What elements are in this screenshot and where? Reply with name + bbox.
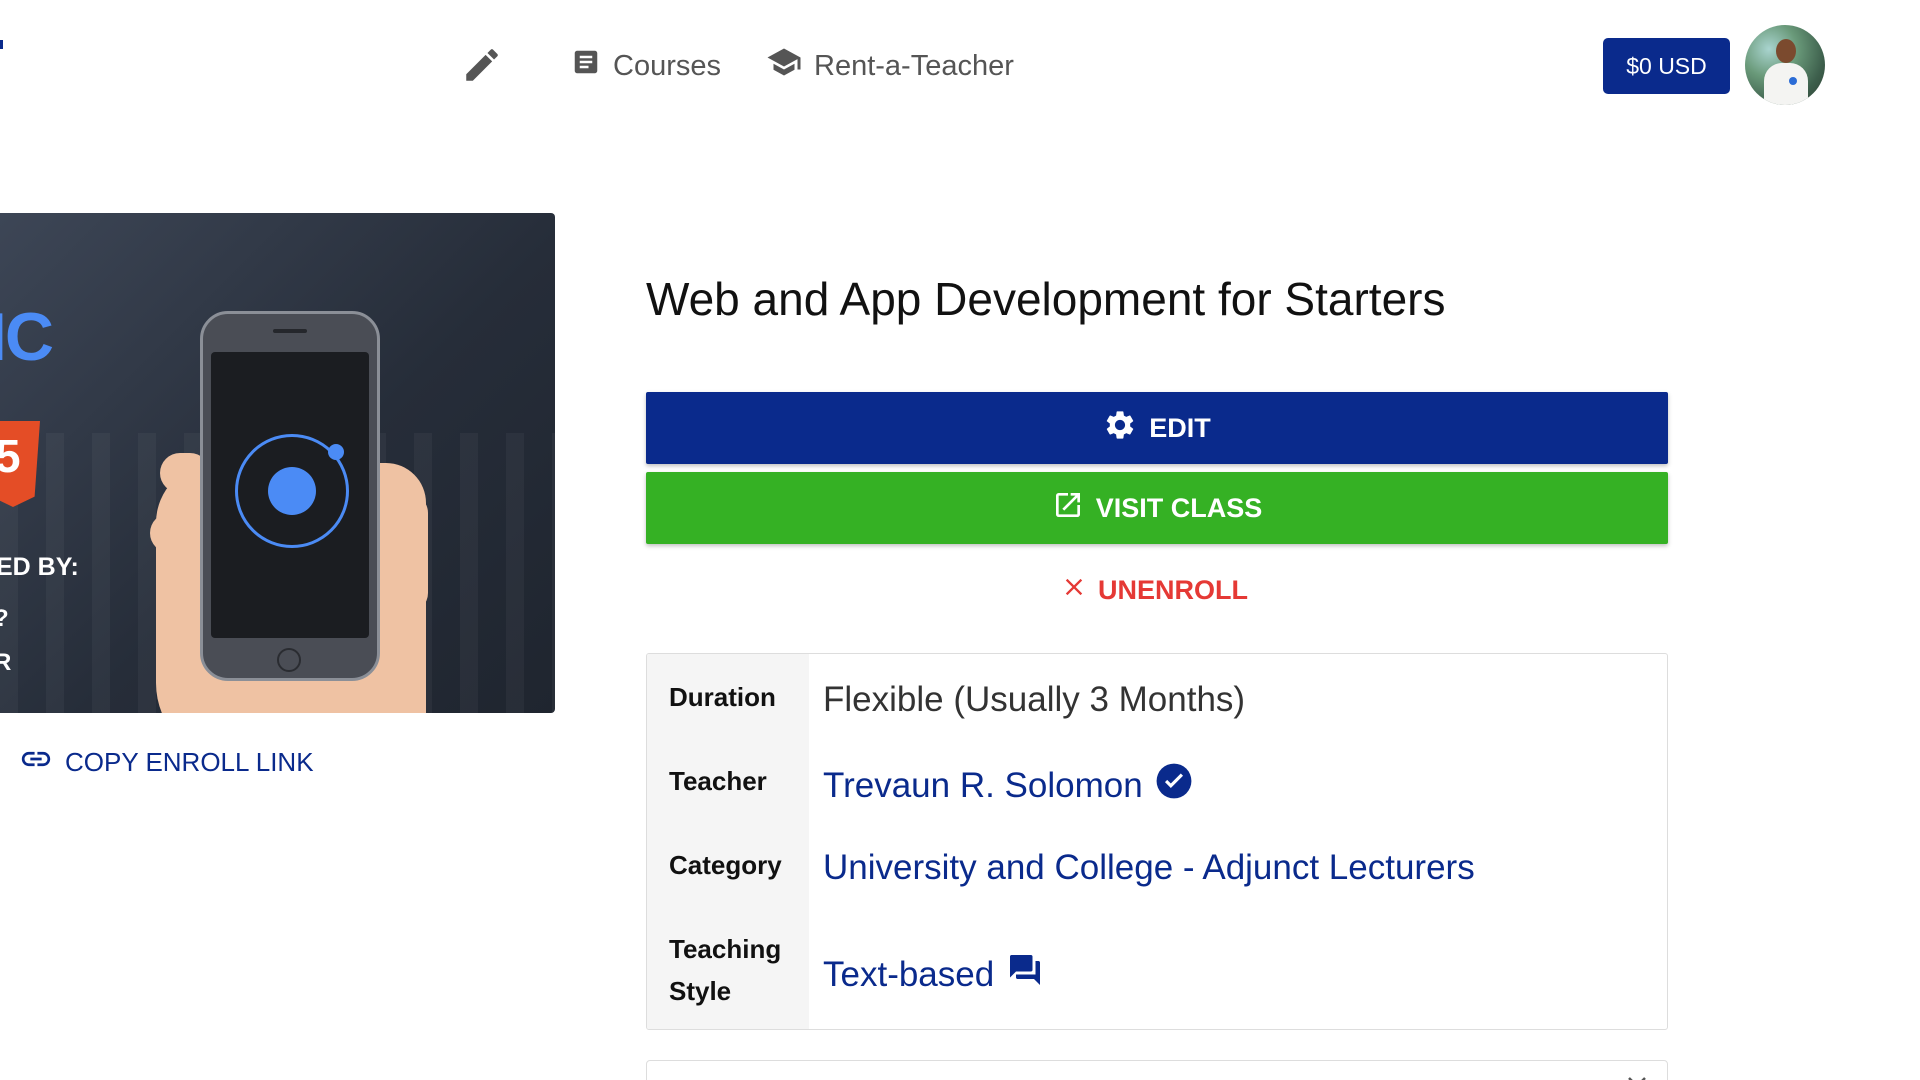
pencil-icon xyxy=(461,44,503,91)
teaching-style-label-line1: Teaching xyxy=(669,934,782,964)
teaching-style-row: Text-based xyxy=(823,952,1044,997)
course-page: Courses Rent-a-Teacher $0 USD IC 5 ED BY… xyxy=(0,0,1920,1080)
edit-button[interactable]: EDIT xyxy=(646,392,1668,464)
chevron-down-icon[interactable] xyxy=(1627,1075,1647,1080)
nav-edit-button[interactable] xyxy=(459,44,505,90)
link-icon xyxy=(19,742,53,783)
duration-value: Flexible (Usually 3 Months) xyxy=(823,680,1246,719)
visit-class-label: VISIT CLASS xyxy=(1095,492,1263,523)
graduation-cap-icon xyxy=(766,47,802,85)
check-circle-icon xyxy=(1155,762,1193,809)
copy-enroll-link-button[interactable]: COPY ENROLL LINK xyxy=(19,744,314,780)
banner-text-fragment: R xyxy=(0,649,12,676)
external-link-icon xyxy=(1052,489,1084,528)
nav-courses-link[interactable]: Courses xyxy=(571,46,721,86)
teacher-label: Teacher xyxy=(669,766,767,796)
banner-text-fragment: ? xyxy=(0,605,9,633)
visit-class-button[interactable]: VISIT CLASS xyxy=(646,472,1668,544)
chat-bubbles-icon xyxy=(1006,952,1044,997)
expandable-panel[interactable] xyxy=(646,1060,1668,1080)
close-icon xyxy=(1060,573,1088,608)
nav-rent-label: Rent-a-Teacher xyxy=(814,49,1014,82)
banner-brand-text: IC xyxy=(0,299,54,375)
html5-logo-icon: 5 xyxy=(0,421,40,507)
teacher-link[interactable]: Trevaun R. Solomon xyxy=(823,766,1143,806)
page-title: Web and App Development for Starters xyxy=(646,273,1446,325)
nav-rent-a-teacher-link[interactable]: Rent-a-Teacher xyxy=(766,46,1014,86)
course-banner-image: IC 5 ED BY: ? R xyxy=(0,213,555,713)
duration-label: Duration xyxy=(669,682,776,712)
logo[interactable] xyxy=(0,40,3,49)
course-details-table: Duration Flexible (Usually 3 Months) Tea… xyxy=(646,653,1668,1030)
teacher-row: Trevaun R. Solomon xyxy=(823,762,1193,809)
copy-enroll-link-label: COPY ENROLL LINK xyxy=(65,746,314,777)
nav-courses-label: Courses xyxy=(613,49,721,82)
gear-icon xyxy=(1103,408,1137,449)
phone-illustration xyxy=(200,311,380,681)
category-link[interactable]: University and College - Adjunct Lecture… xyxy=(823,848,1475,888)
unenroll-label: UNENROLL xyxy=(1098,574,1248,605)
teaching-style-link[interactable]: Text-based xyxy=(823,955,994,995)
edit-button-label: EDIT xyxy=(1149,412,1211,443)
teaching-style-label-line2: Style xyxy=(669,976,732,1006)
avatar[interactable] xyxy=(1745,25,1825,105)
unenroll-button[interactable]: UNENROLL xyxy=(1060,570,1248,610)
category-label: Category xyxy=(669,850,782,880)
banner-by-text: ED BY: xyxy=(0,553,79,581)
wallet-balance-button[interactable]: $0 USD xyxy=(1603,38,1730,94)
document-icon xyxy=(571,47,601,85)
